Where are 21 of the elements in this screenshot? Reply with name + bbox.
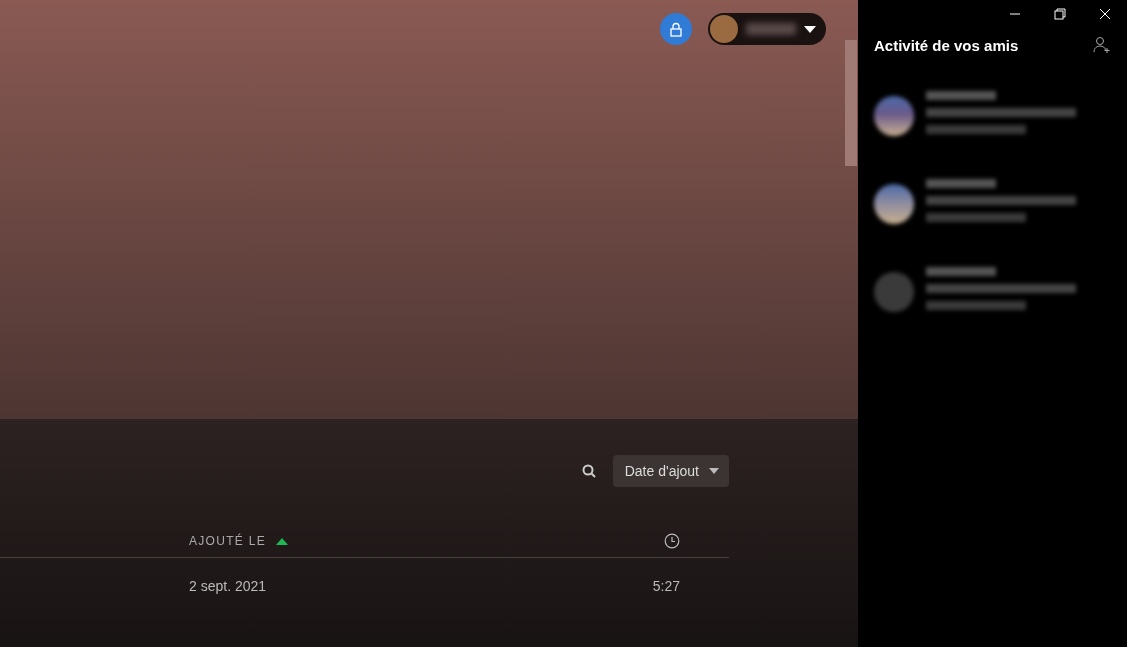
blurred-text [926, 91, 996, 100]
blurred-text [746, 23, 796, 35]
column-header[interactable]: AJOUTÉ LE [189, 534, 267, 548]
track-duration: 5:27 [652, 578, 680, 594]
panel-title: Activité de vos amis [874, 36, 1019, 54]
blurred-text [926, 267, 996, 276]
restore-icon[interactable] [1054, 8, 1066, 20]
user-menu-button[interactable] [708, 13, 826, 45]
search-icon[interactable] [581, 464, 596, 478]
caret-icon [804, 25, 816, 33]
close-icon[interactable] [1099, 8, 1111, 20]
blurred-text [926, 179, 996, 188]
add-friend-icon[interactable] [1093, 36, 1111, 54]
sort-dropdown[interactable]: Date d'ajout [612, 455, 729, 487]
lock-icon [669, 21, 683, 37]
date-added: 2 sept. 2021 [189, 578, 267, 594]
clock-icon [664, 533, 680, 549]
scrollbar-thumb[interactable] [845, 40, 857, 166]
avatar-placeholder [710, 15, 738, 43]
caret-icon [709, 468, 719, 474]
private-session-button[interactable] [660, 13, 692, 45]
